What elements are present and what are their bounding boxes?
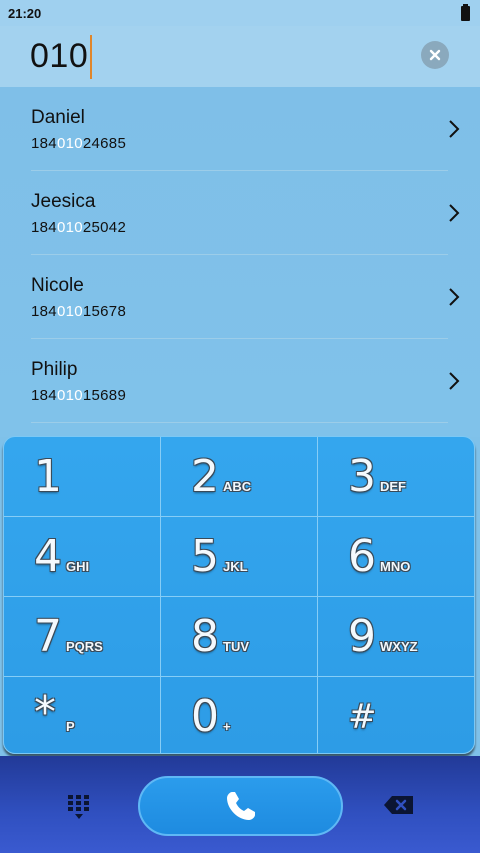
dial-keypad: 1 2 ABC 3 DEF 4 GHI 5 JKL 6 MNO 7 PQRS 8…	[3, 436, 475, 754]
number-match-highlight: 010	[56, 135, 83, 152]
contact-item[interactable]: Jeesica 18401025042	[31, 171, 460, 255]
key-0[interactable]: 0 +	[161, 677, 318, 753]
key-star[interactable]: * P	[4, 677, 161, 753]
key-6[interactable]: 6 MNO	[318, 517, 474, 597]
chevron-right-icon	[449, 288, 460, 306]
key-letters: TUV	[223, 639, 249, 654]
key-5[interactable]: 5 JKL	[161, 517, 318, 597]
chevron-right-icon	[449, 120, 460, 138]
key-digit: 5	[191, 531, 219, 582]
dialpad-icon[interactable]	[64, 792, 94, 822]
key-digit: *	[34, 687, 56, 738]
key-2[interactable]: 2 ABC	[161, 437, 318, 517]
backspace-icon[interactable]	[383, 794, 415, 816]
key-letters: MNO	[380, 559, 411, 574]
dial-input-bar[interactable]: 010	[0, 26, 480, 87]
contact-name: Daniel	[31, 107, 85, 128]
bottom-action-bar	[0, 756, 480, 853]
contact-item[interactable]: Philip 18401015689	[31, 339, 460, 423]
key-digit: 6	[348, 531, 376, 582]
key-letters: WXYZ	[380, 639, 418, 654]
key-letters: P	[66, 719, 75, 734]
contact-name: Philip	[31, 359, 78, 380]
status-time: 21:20	[8, 5, 42, 21]
key-4[interactable]: 4 GHI	[4, 517, 161, 597]
key-letters: PQRS	[66, 639, 103, 654]
contact-number: 18401025042	[31, 219, 127, 236]
call-button[interactable]	[138, 776, 343, 836]
dial-input[interactable]: 010	[30, 37, 88, 76]
contact-name: Nicole	[31, 275, 84, 296]
key-digit: 2	[191, 451, 219, 502]
key-digit: 9	[348, 611, 376, 662]
key-9[interactable]: 9 WXYZ	[318, 597, 474, 677]
key-letters: DEF	[380, 479, 406, 494]
battery-icon	[461, 3, 470, 21]
phone-icon	[226, 792, 255, 820]
text-caret	[90, 34, 93, 79]
key-letters: +	[223, 719, 231, 734]
contact-number: 18401024685	[31, 135, 127, 152]
clear-input-button[interactable]	[421, 41, 449, 69]
clear-input-icon	[429, 49, 441, 61]
contact-item[interactable]: Daniel 18401024685	[31, 87, 460, 171]
contact-item[interactable]: Nicole 18401015678	[31, 255, 460, 339]
status-bar: 21:20	[0, 0, 480, 26]
key-letters: JKL	[223, 559, 248, 574]
key-3[interactable]: 3 DEF	[318, 437, 474, 517]
key-digit: #	[348, 697, 377, 737]
key-7[interactable]: 7 PQRS	[4, 597, 161, 677]
key-digit: 1	[34, 451, 62, 502]
key-letters: GHI	[66, 559, 90, 574]
key-digit: 8	[191, 611, 219, 662]
key-digit: 0	[191, 691, 219, 742]
key-1[interactable]: 1	[4, 437, 161, 517]
key-8[interactable]: 8 TUV	[161, 597, 318, 677]
contact-number: 18401015678	[31, 303, 127, 320]
contact-number: 18401015689	[31, 387, 127, 404]
key-letters: ABC	[223, 479, 252, 494]
number-match-highlight: 010	[56, 303, 83, 320]
number-match-highlight: 010	[56, 219, 83, 236]
number-match-highlight: 010	[56, 387, 83, 404]
key-digit: 4	[34, 531, 62, 582]
key-digit: 3	[348, 451, 376, 502]
chevron-right-icon	[449, 372, 460, 390]
key-hash[interactable]: #	[318, 677, 474, 753]
contact-list: Daniel 18401024685 Jeesica 18401025042 N…	[0, 87, 480, 437]
contact-name: Jeesica	[31, 191, 96, 212]
chevron-right-icon	[449, 204, 460, 222]
key-digit: 7	[34, 611, 62, 662]
